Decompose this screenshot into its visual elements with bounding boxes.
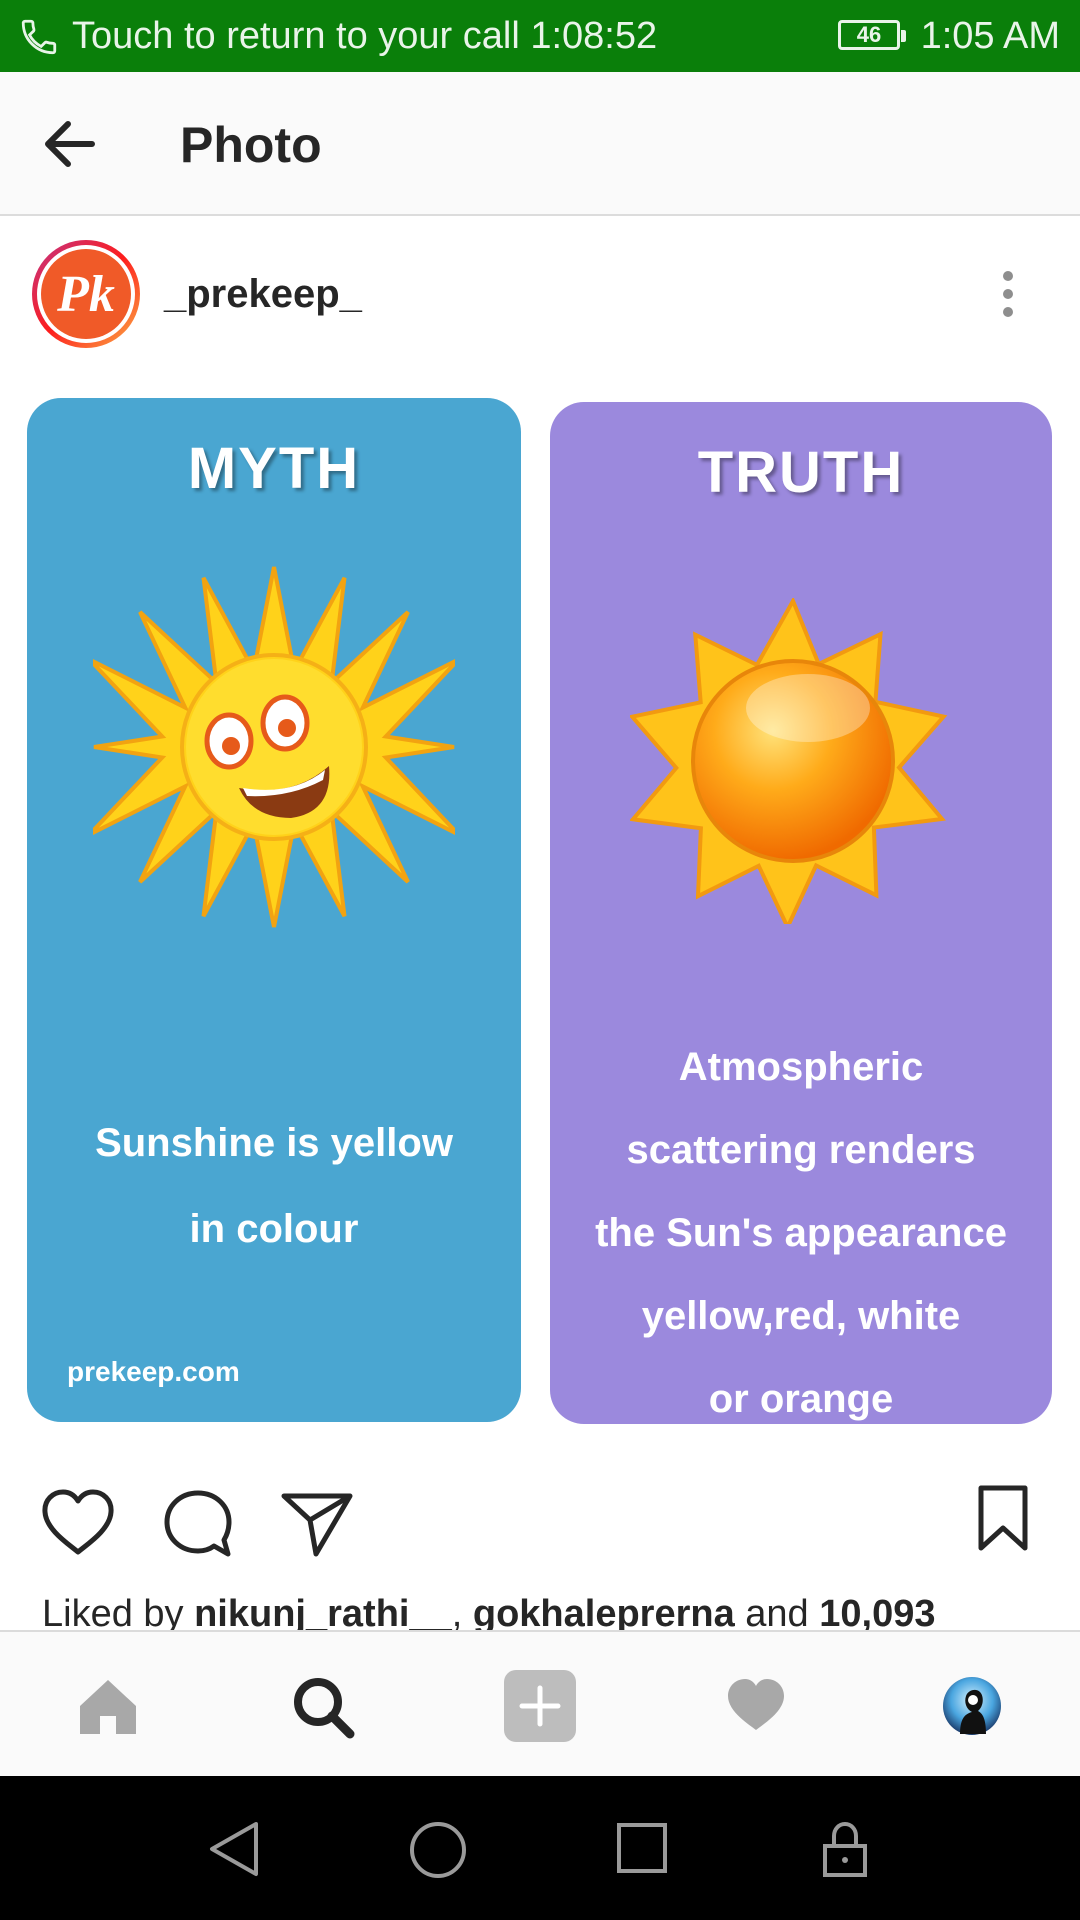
myth-heading: MYTH bbox=[187, 436, 361, 501]
likes-summary[interactable]: Liked by nikunj_rathi__, gokhaleprerna a… bbox=[42, 1592, 1052, 1630]
post-actions bbox=[0, 1446, 1080, 1596]
back-triangle-icon[interactable] bbox=[206, 1820, 262, 1878]
myth-card: MYTH Sunshine is yellow in colour prekee… bbox=[27, 398, 521, 1422]
more-vertical-icon[interactable] bbox=[996, 266, 1020, 322]
system-navigation-bar bbox=[0, 1776, 1080, 1920]
truth-statement: Atmospheric scattering renders the Sun's… bbox=[595, 1045, 1007, 1421]
recents-square-icon[interactable] bbox=[616, 1822, 668, 1874]
add-icon[interactable] bbox=[504, 1670, 576, 1742]
post-image[interactable]: MYTH Sunshine is yellow in colour prekee… bbox=[0, 370, 1080, 1446]
search-icon[interactable] bbox=[290, 1674, 356, 1740]
myth-statement: Sunshine is yellow in colour bbox=[95, 1121, 453, 1251]
battery-indicator: 46 bbox=[838, 20, 906, 50]
truth-card: TRUTH Atmospheric scattering renders the… bbox=[550, 402, 1052, 1424]
heart-outline-icon[interactable] bbox=[40, 1488, 116, 1558]
svg-text:Pk: Pk bbox=[56, 266, 115, 323]
bookmark-icon[interactable] bbox=[976, 1484, 1030, 1554]
liked-by-user-1: nikunj_rathi__ bbox=[194, 1593, 452, 1630]
liked-by-user-2: gokhaleprerna bbox=[472, 1593, 735, 1630]
profile-avatar[interactable] bbox=[942, 1676, 1002, 1736]
page-title: Photo bbox=[180, 117, 322, 173]
comment-icon[interactable] bbox=[162, 1488, 234, 1560]
status-bar[interactable]: Touch to return to your call 1:08:52 46 … bbox=[0, 0, 1080, 72]
avatar[interactable]: Pk bbox=[32, 240, 140, 348]
home-icon[interactable] bbox=[76, 1676, 140, 1736]
status-time: 1:05 AM bbox=[920, 15, 1060, 57]
home-circle-icon[interactable] bbox=[408, 1820, 468, 1880]
realistic-sun-icon bbox=[630, 598, 948, 924]
app-bar: Photo bbox=[0, 72, 1080, 216]
prekeep-logo: Pk bbox=[56, 266, 115, 323]
activity-heart-icon[interactable] bbox=[724, 1676, 788, 1734]
return-to-call-text[interactable]: Touch to return to your call 1:08:52 bbox=[72, 14, 657, 58]
smiling-sun-icon bbox=[93, 566, 455, 928]
phone-icon bbox=[21, 19, 57, 55]
truth-heading: TRUTH bbox=[697, 440, 905, 505]
likes-count: 10,093 bbox=[819, 1593, 936, 1630]
watermark-text: prekeep.com bbox=[67, 1356, 240, 1387]
username[interactable]: _prekeep_ bbox=[164, 270, 362, 318]
arrow-left-icon[interactable] bbox=[40, 116, 100, 172]
post-header: Pk _prekeep_ bbox=[0, 216, 1080, 371]
lock-icon[interactable] bbox=[822, 1820, 868, 1878]
send-icon[interactable] bbox=[280, 1490, 354, 1558]
bottom-navigation bbox=[0, 1630, 1080, 1776]
